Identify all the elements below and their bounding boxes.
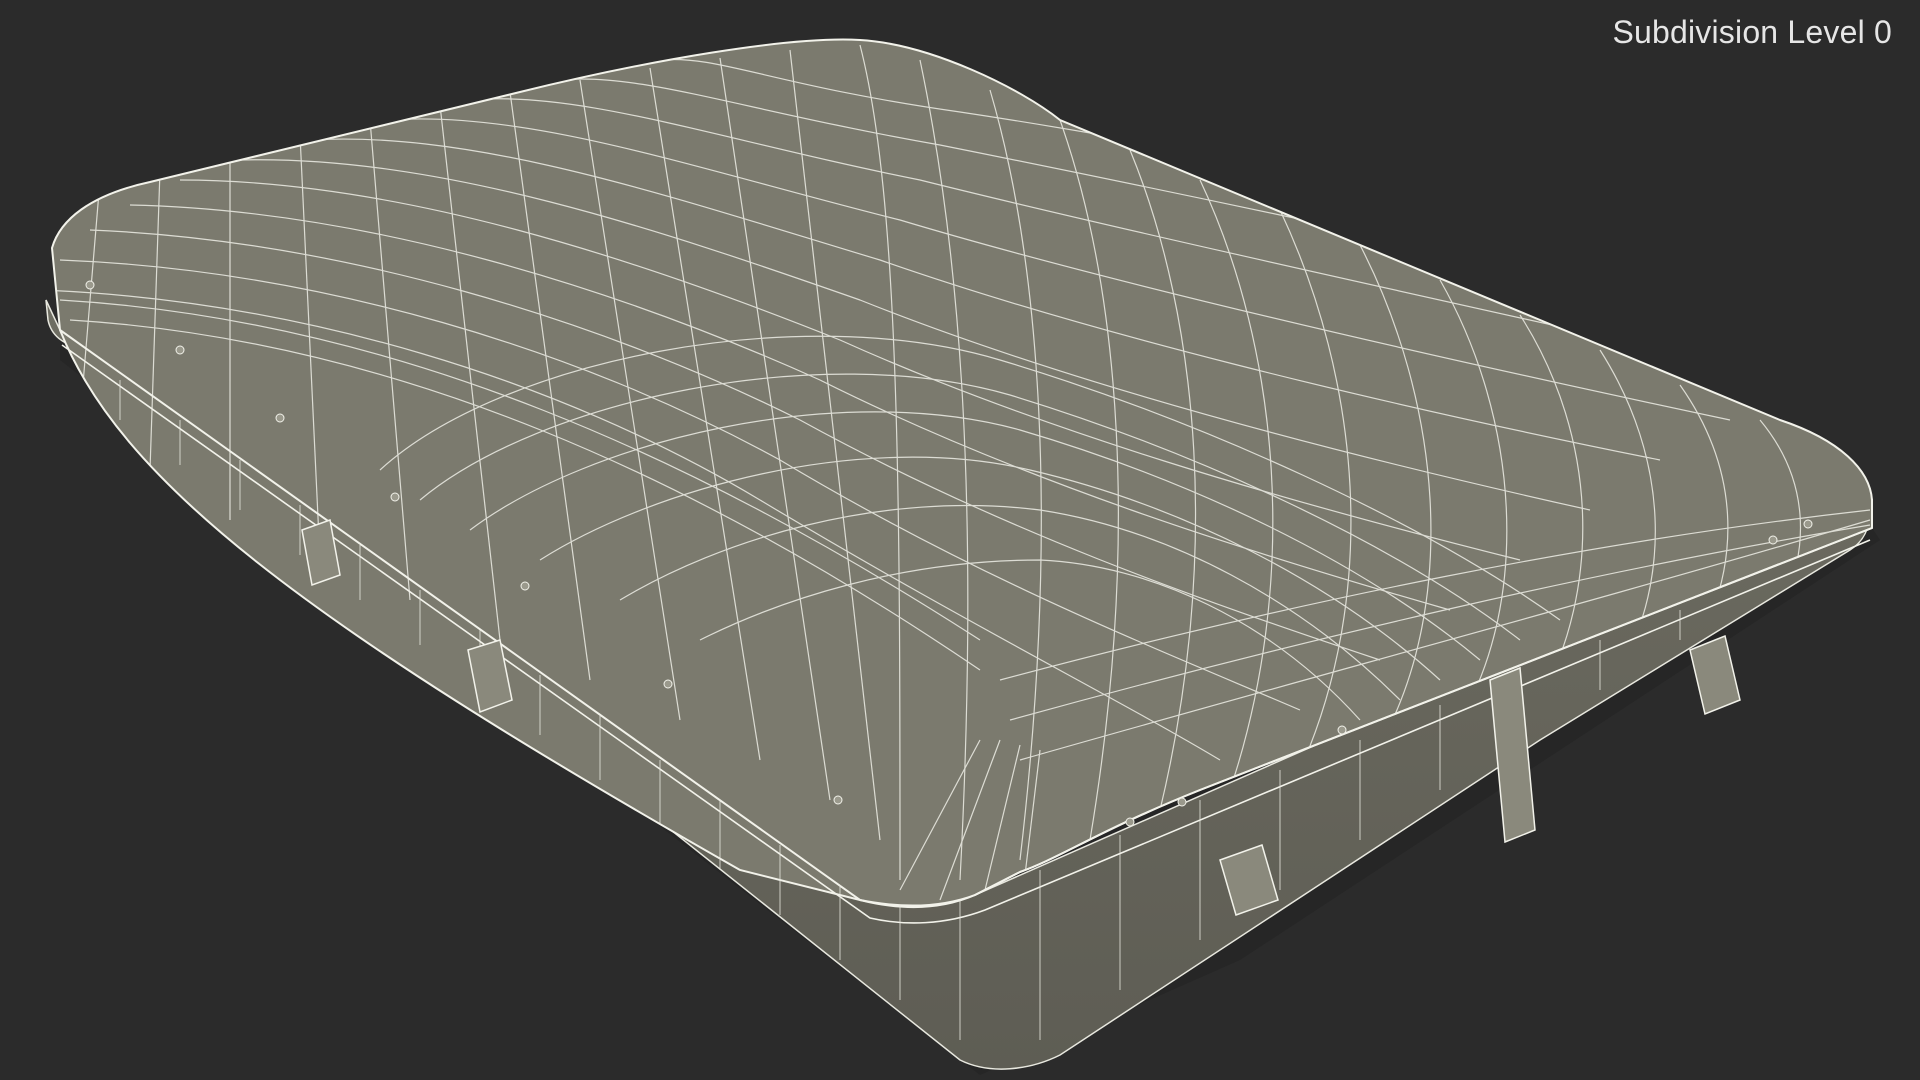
- latch-front-3: [1689, 634, 1741, 716]
- wireframe-case-render: [45, 38, 1880, 1075]
- subdivision-level-label: Subdivision Level 0: [1612, 14, 1892, 50]
- case-lid-top: [50, 38, 1873, 907]
- render-viewport: Subdivision Level 0: [0, 0, 1920, 1080]
